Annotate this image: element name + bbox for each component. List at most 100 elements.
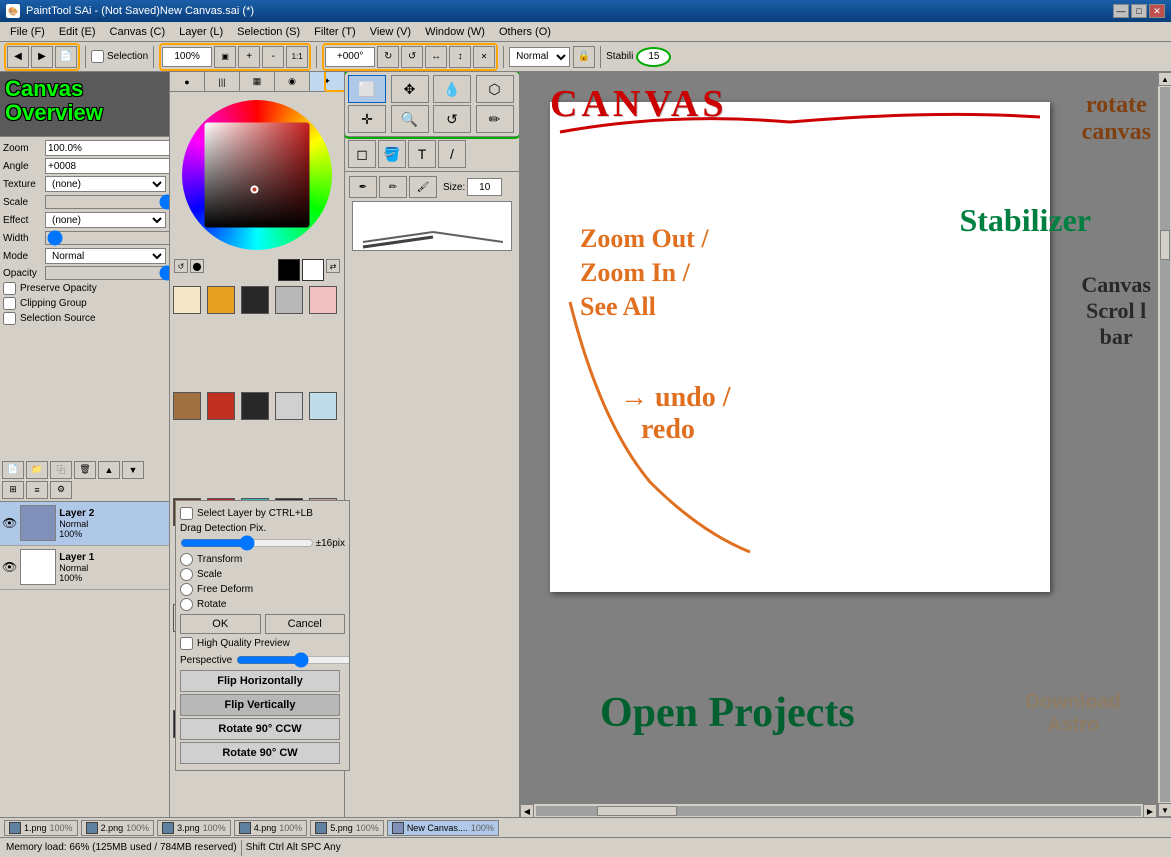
task-4png[interactable]: 4.png 100% <box>234 820 308 836</box>
swatch[interactable] <box>207 286 235 314</box>
layer-eye-icon[interactable]: 👁 <box>2 560 17 574</box>
layer-item[interactable]: 👁 Layer 2 Normal 100% <box>0 502 169 546</box>
swatch[interactable] <box>309 286 337 314</box>
preserve-opacity-checkbox[interactable] <box>3 282 16 295</box>
next-button[interactable]: ▶ <box>31 46 53 68</box>
tool-select-rect[interactable]: ⬜ <box>348 75 386 103</box>
color-tab-circle[interactable]: ● <box>170 72 205 91</box>
menu-layer[interactable]: Layer (L) <box>173 25 229 39</box>
swatch[interactable] <box>241 286 269 314</box>
scroll-down-btn[interactable]: ▼ <box>1158 803 1171 817</box>
selection-source-checkbox[interactable] <box>3 312 16 325</box>
drawing-canvas[interactable] <box>550 102 1050 592</box>
task-newcanvas[interactable]: New Canvas.... 100% <box>387 820 499 836</box>
nav-button[interactable]: 📄 <box>55 46 77 68</box>
swap-colors-btn[interactable]: ⇄ <box>326 259 340 273</box>
tool-text[interactable]: T <box>408 140 436 168</box>
stabilizer-input[interactable] <box>636 47 671 67</box>
swatch[interactable] <box>275 392 303 420</box>
color-tab-grid[interactable]: ▦ <box>240 72 275 91</box>
prev-button[interactable]: ◀ <box>7 46 29 68</box>
tool-select-move[interactable]: ✥ <box>391 75 429 103</box>
opacity-slider[interactable] <box>45 266 169 280</box>
selection-checkbox[interactable] <box>91 50 104 63</box>
swatch[interactable] <box>173 286 201 314</box>
color-wheel-inner[interactable] <box>205 122 310 227</box>
zoom-100[interactable]: 1:1 <box>286 46 308 68</box>
new-layer-btn[interactable]: 📄 <box>2 461 24 479</box>
menu-others[interactable]: Others (O) <box>493 25 557 39</box>
brush-size-input[interactable] <box>467 178 502 196</box>
blend-lock[interactable]: 🔒 <box>573 46 595 68</box>
swatch[interactable] <box>309 392 337 420</box>
tool-pen[interactable]: ✏ <box>476 105 514 133</box>
color-btn-2[interactable]: ⬤ <box>190 259 204 273</box>
mode-select[interactable]: Normal Multiply <box>45 248 166 264</box>
angle-flip-h[interactable]: ↔ <box>425 46 447 68</box>
tool-bucket[interactable]: 🪣 <box>378 140 406 168</box>
color-tab-wheel[interactable]: ◉ <box>275 72 310 91</box>
menu-selection[interactable]: Selection (S) <box>231 25 306 39</box>
tool-line[interactable]: / <box>438 140 466 168</box>
h-scroll-thumb[interactable] <box>597 806 677 816</box>
zoom-input[interactable] <box>162 47 212 67</box>
fg-color-box[interactable] <box>278 259 300 281</box>
menu-file[interactable]: File (F) <box>4 25 51 39</box>
brush-type-3[interactable]: 🖌 <box>409 176 437 198</box>
zoom-value-input[interactable] <box>45 140 169 156</box>
angle-value-input[interactable] <box>45 158 169 174</box>
task-5png[interactable]: 5.png 100% <box>310 820 384 836</box>
scale-slider[interactable] <box>45 195 169 209</box>
titlebar-controls[interactable]: — □ ✕ <box>1113 4 1165 18</box>
color-wheel-ring[interactable] <box>182 100 332 250</box>
menu-edit[interactable]: Edit (E) <box>53 25 102 39</box>
color-tab-bars[interactable]: ||| <box>205 72 240 91</box>
angle-flip-v[interactable]: ↕ <box>449 46 471 68</box>
task-2png[interactable]: 2.png 100% <box>81 820 155 836</box>
scroll-right-btn[interactable]: ▶ <box>1143 804 1157 817</box>
tool-move[interactable]: ✛ <box>348 105 386 133</box>
width-slider[interactable] <box>45 231 169 245</box>
brush-type-1[interactable]: ✒ <box>349 176 377 198</box>
tool-eraser[interactable]: ◻ <box>348 140 376 168</box>
menu-filter[interactable]: Filter (T) <box>308 25 362 39</box>
swatch[interactable] <box>173 392 201 420</box>
menu-canvas[interactable]: Canvas (C) <box>104 25 172 39</box>
color-tab-active[interactable]: ✦ <box>310 72 344 91</box>
zoom-out[interactable]: - <box>262 46 284 68</box>
menu-window[interactable]: Window (W) <box>419 25 491 39</box>
down-btn[interactable]: ▼ <box>122 461 144 479</box>
swatch[interactable] <box>207 392 235 420</box>
bg-color-box[interactable] <box>302 259 324 281</box>
scroll-up-btn[interactable]: ▲ <box>1158 72 1171 86</box>
merge-btn[interactable]: ⊞ <box>2 481 24 499</box>
angle-ccw[interactable]: ↺ <box>401 46 423 68</box>
minimize-button[interactable]: — <box>1113 4 1129 18</box>
brush-type-2[interactable]: ✏ <box>379 176 407 198</box>
swatch[interactable] <box>241 392 269 420</box>
tool-rotate[interactable]: ↺ <box>433 105 471 133</box>
effect-select[interactable]: (none) <box>45 212 166 228</box>
tool-eyedropper[interactable]: 💧 <box>433 75 471 103</box>
perspective-slider[interactable] <box>345 653 350 667</box>
layer-eye-icon[interactable]: 👁 <box>2 516 17 530</box>
blend-mode-select[interactable]: Normal Multiply Screen Overlay <box>509 47 570 67</box>
duplicate-btn[interactable]: ⿻ <box>50 461 72 479</box>
flatten-btn[interactable]: ≡ <box>26 481 48 499</box>
task-3png[interactable]: 3.png 100% <box>157 820 231 836</box>
task-1png[interactable]: 1.png 100% <box>4 820 78 836</box>
up-btn[interactable]: ▲ <box>98 461 120 479</box>
zoom-in[interactable]: + <box>238 46 260 68</box>
layer-item[interactable]: 👁 Layer 1 Normal 100% <box>0 546 169 590</box>
zoom-fit[interactable]: ▣ <box>214 46 236 68</box>
layer-settings-btn[interactable]: ⚙ <box>50 481 72 499</box>
color-wheel-container[interactable] <box>172 97 342 252</box>
scroll-thumb[interactable] <box>1160 230 1170 260</box>
color-btn-1[interactable]: ↺ <box>174 259 188 273</box>
angle-cw[interactable]: ↻ <box>377 46 399 68</box>
tool-zoom[interactable]: 🔍 <box>391 105 429 133</box>
swatch[interactable] <box>275 286 303 314</box>
angle-input[interactable] <box>325 47 375 67</box>
clipping-group-checkbox[interactable] <box>3 297 16 310</box>
close-button[interactable]: ✕ <box>1149 4 1165 18</box>
